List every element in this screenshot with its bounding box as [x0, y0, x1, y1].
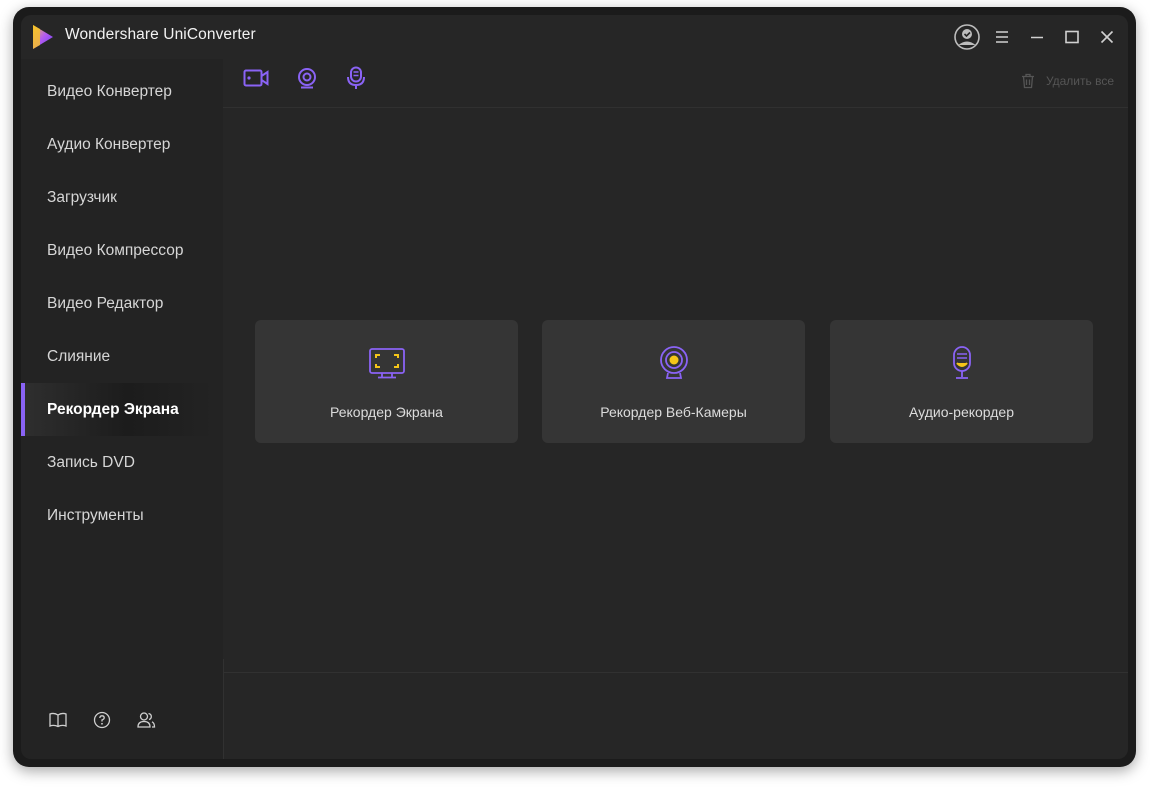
maximize-icon[interactable]: [1057, 23, 1087, 51]
sidebar-item-video-compressor[interactable]: Видео Компрессор: [21, 224, 213, 277]
sidebar-item-label: Рекордер Экрана: [47, 400, 179, 418]
recorder-toolbar: Удалить все: [223, 59, 1128, 108]
card-label: Аудио-рекордер: [909, 404, 1014, 420]
close-icon[interactable]: [1092, 23, 1122, 51]
audio-record-icon: [942, 345, 982, 381]
sidebar-item-label: Аудио Конвертер: [47, 135, 171, 153]
main-panel: Удалить все Рекордер Экрана Рекордер Веб…: [223, 59, 1128, 759]
card-label: Рекордер Веб-Камеры: [600, 404, 747, 420]
help-icon[interactable]: [91, 709, 113, 731]
sidebar-item-audio-converter[interactable]: Аудио Конвертер: [21, 118, 213, 171]
sidebar-item-label: Слияние: [47, 347, 111, 365]
sidebar-item-label: Запись DVD: [47, 453, 135, 471]
app-window: Wondershare UniConverter Видео Конвертер…: [13, 7, 1136, 767]
book-icon[interactable]: [47, 709, 69, 731]
app-title: Wondershare UniConverter: [65, 26, 256, 43]
audio-recorder-card[interactable]: Аудио-рекордер: [830, 320, 1093, 443]
menu-icon[interactable]: [987, 23, 1017, 51]
microphone-icon[interactable]: [343, 65, 369, 91]
trash-icon: [1021, 73, 1034, 89]
sidebar-item-video-editor[interactable]: Видео Редактор: [21, 277, 213, 330]
sidebar: Видео Конвертер Аудио Конвертер Загрузчи…: [21, 59, 223, 759]
minimize-icon[interactable]: [1022, 23, 1052, 51]
screen-recorder-card[interactable]: Рекордер Экрана: [255, 320, 518, 443]
video-camera-icon[interactable]: [243, 65, 269, 91]
title-bar: Wondershare UniConverter: [21, 15, 1128, 59]
window-content: Wondershare UniConverter Видео Конвертер…: [21, 15, 1128, 759]
sidebar-item-merger[interactable]: Слияние: [21, 330, 213, 383]
window-controls: [947, 23, 1122, 51]
webcam-recorder-card[interactable]: Рекордер Веб-Камеры: [542, 320, 805, 443]
screen-record-icon: [367, 345, 407, 381]
sidebar-item-label: Видео Компрессор: [47, 241, 184, 259]
community-icon[interactable]: [135, 709, 157, 731]
delete-all-label: Удалить все: [1045, 74, 1114, 88]
sidebar-item-dvd-burner[interactable]: Запись DVD: [21, 436, 213, 489]
sidebar-item-downloader[interactable]: Загрузчик: [21, 171, 213, 224]
sidebar-bottom-icons: [47, 709, 179, 731]
webcam-icon[interactable]: [294, 65, 320, 91]
webcam-record-icon: [654, 345, 694, 381]
sidebar-item-label: Загрузчик: [47, 188, 117, 206]
uniconverter-logo-icon: [33, 25, 53, 49]
account-icon[interactable]: [952, 23, 982, 51]
delete-all-button[interactable]: Удалить все: [1020, 73, 1114, 89]
sidebar-item-label: Инструменты: [47, 506, 144, 524]
sidebar-item-screen-recorder[interactable]: Рекордер Экрана: [21, 383, 213, 436]
card-label: Рекордер Экрана: [330, 404, 443, 420]
sidebar-item-video-converter[interactable]: Видео Конвертер: [21, 65, 213, 118]
sidebar-item-label: Видео Конвертер: [47, 82, 172, 100]
sidebar-item-toolbox[interactable]: Инструменты: [21, 489, 213, 542]
sidebar-item-label: Видео Редактор: [47, 294, 164, 312]
footer-bar: [223, 672, 1128, 759]
